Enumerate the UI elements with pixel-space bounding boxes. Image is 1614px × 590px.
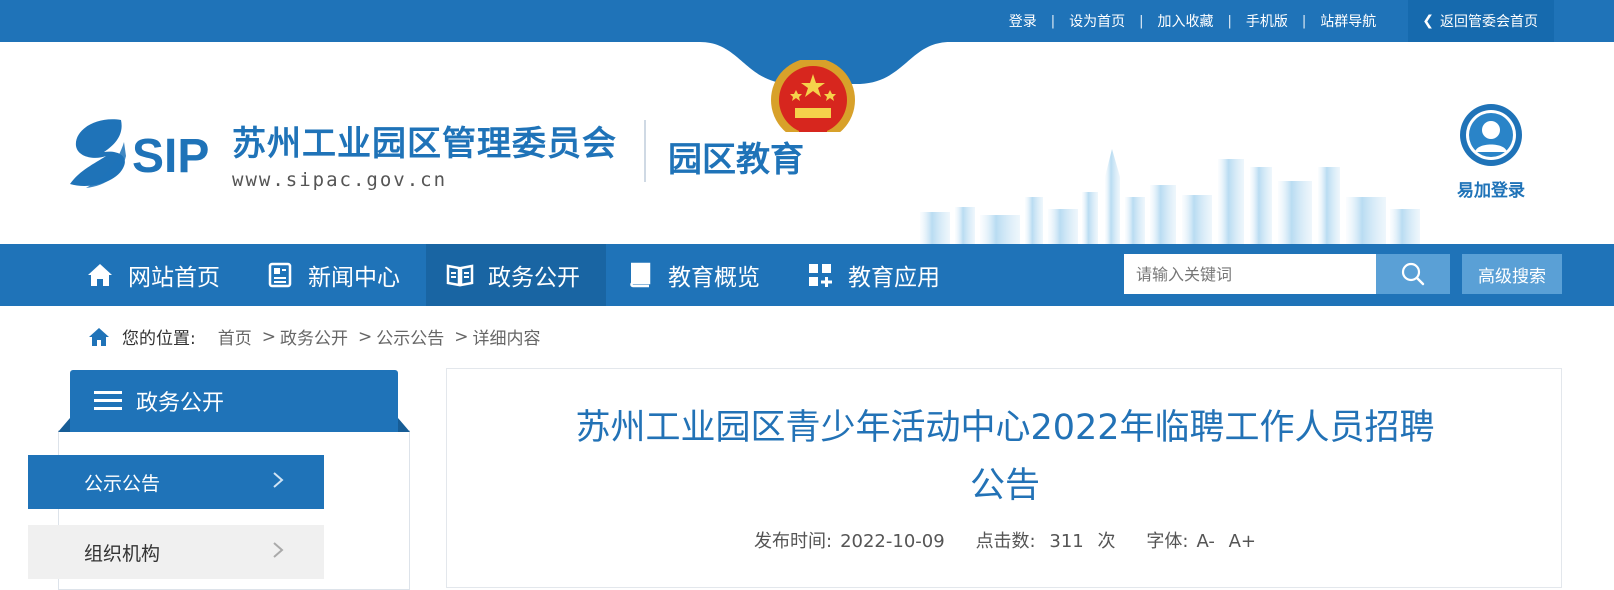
nav-item-government-affairs[interactable]: 政务公开 xyxy=(426,244,606,306)
book-open-icon xyxy=(446,261,474,289)
section-name: 园区教育 xyxy=(668,140,804,180)
breadcrumb-label: 您的位置: xyxy=(122,329,196,349)
chevron-right-icon xyxy=(272,541,284,564)
home-icon xyxy=(89,327,109,346)
apps-icon xyxy=(806,261,834,289)
separator: | xyxy=(1301,13,1307,29)
font-smaller-button[interactable]: A- xyxy=(1196,531,1214,552)
hits-unit: 次 xyxy=(1097,531,1116,552)
nav-item-education-apps[interactable]: 教育应用 xyxy=(786,244,966,306)
news-icon xyxy=(266,261,294,289)
publish-date: 2022-10-09 xyxy=(840,531,945,552)
search-bar xyxy=(1124,254,1450,294)
org-name: 苏州工业园区管理委员会 xyxy=(232,123,617,164)
sidebar-header-fold xyxy=(398,418,410,432)
search-icon xyxy=(1401,262,1425,286)
menu-icon xyxy=(94,391,122,410)
breadcrumb-item-home[interactable]: 首页 xyxy=(218,324,252,349)
publish-date-label: 发布时间: xyxy=(753,531,833,552)
nav-items: 网站首页 新闻中心 政务公开 教育概览 教育应用 xyxy=(66,244,966,306)
top-utility-bar: 登录 | 设为首页 | 加入收藏 | 手机版 | 站群导航 ❮ 返回管委会首页 xyxy=(0,0,1614,42)
mobile-version-link[interactable]: 手机版 xyxy=(1232,11,1302,31)
hits-count: 311 xyxy=(1049,531,1084,552)
search-input[interactable] xyxy=(1124,254,1376,294)
breadcrumb-item-government-affairs[interactable]: 政务公开 xyxy=(280,324,348,349)
article-meta: 发布时间: 2022-10-09 点击数: 311 次 字体: A- A+ xyxy=(447,527,1563,553)
yijia-login-label: 易加登录 xyxy=(1457,181,1525,201)
font-size-label: 字体: xyxy=(1146,531,1189,552)
back-to-committee-home-label: 返回管委会首页 xyxy=(1440,14,1538,30)
topbar-links: 登录 | 设为首页 | 加入收藏 | 手机版 | 站群导航 ❮ 返回管委会首页 xyxy=(995,0,1554,42)
breadcrumb: 您的位置: 首页 > 政务公开 > 公示公告 > 详细内容 xyxy=(88,324,540,349)
nav-item-label: 网站首页 xyxy=(128,265,220,291)
separator: | xyxy=(1139,13,1144,29)
home-icon xyxy=(86,261,114,289)
org-name-block: 苏州工业园区管理委员会 www.sipac.gov.cn xyxy=(232,116,617,191)
breadcrumb-separator: > xyxy=(357,326,373,347)
breadcrumb-separator: > xyxy=(454,326,469,347)
nav-item-label: 新闻中心 xyxy=(308,265,400,291)
sip-logo-icon: SIP xyxy=(70,119,209,188)
breadcrumb-item-announcements[interactable]: 公示公告 xyxy=(376,324,444,349)
sidebar-header-fold xyxy=(58,418,70,432)
sidebar-header: 政务公开 xyxy=(70,370,398,432)
separator: | xyxy=(1227,13,1232,29)
search-button[interactable] xyxy=(1376,254,1450,294)
nav-item-education-overview[interactable]: 教育概览 xyxy=(606,244,786,306)
city-skyline-image xyxy=(920,149,1420,244)
hits-label: 点击数: xyxy=(975,531,1036,552)
site-group-nav-link[interactable]: 站群导航 xyxy=(1306,11,1390,31)
sidebar-item-organization[interactable]: 组织机构 xyxy=(28,525,324,579)
header-divider xyxy=(644,120,646,182)
user-avatar-icon xyxy=(1460,104,1522,166)
nav-item-news[interactable]: 新闻中心 xyxy=(246,244,426,306)
yijia-login-button[interactable]: 易加登录 xyxy=(1446,102,1536,201)
nav-item-home[interactable]: 网站首页 xyxy=(66,244,246,306)
sip-logo-text: SIP xyxy=(132,130,209,183)
sidebar-item-label: 组织机构 xyxy=(84,542,161,565)
nav-item-label: 政务公开 xyxy=(488,265,580,291)
org-url: www.sipac.gov.cn xyxy=(232,168,448,191)
chevron-right-icon xyxy=(272,471,284,494)
separator: | xyxy=(1050,13,1056,29)
advanced-search-button[interactable]: 高级搜索 xyxy=(1462,254,1562,294)
add-favorite-link[interactable]: 加入收藏 xyxy=(1143,11,1227,31)
site-header: SIP 苏州工业园区管理委员会 www.sipac.gov.cn 园区教育 易加… xyxy=(0,42,1614,244)
book-icon xyxy=(626,261,654,289)
org-logo[interactable]: SIP 苏州工业园区管理委员会 www.sipac.gov.cn xyxy=(66,112,617,194)
article-title-line: 公告 xyxy=(969,466,1040,506)
back-to-committee-home-button[interactable]: ❮ 返回管委会首页 xyxy=(1408,0,1554,42)
main-nav: 网站首页 新闻中心 政务公开 教育概览 教育应用 请输入关键词 高级搜索 xyxy=(0,244,1614,306)
article-panel: 苏州工业园区青少年活动中心2022年临聘工作人员招聘 公告 发布时间: 2022-… xyxy=(446,368,1562,588)
nav-item-label: 教育应用 xyxy=(848,265,940,291)
national-emblem-icon xyxy=(771,60,855,132)
article-title: 苏州工业园区青少年活动中心2022年临聘工作人员招聘 公告 xyxy=(527,399,1483,515)
login-link[interactable]: 登录 xyxy=(995,11,1051,31)
sidebar-item-label: 公示公告 xyxy=(84,472,161,495)
sidebar-item-announcements[interactable]: 公示公告 xyxy=(28,455,324,509)
sidebar-title: 政务公开 xyxy=(136,391,225,416)
article-title-line: 苏州工业园区青少年活动中心2022年临聘工作人员招聘 xyxy=(575,408,1435,448)
breadcrumb-item-details: 详细内容 xyxy=(472,329,541,349)
font-larger-button[interactable]: A+ xyxy=(1229,531,1256,552)
set-homepage-link[interactable]: 设为首页 xyxy=(1055,11,1139,31)
nav-item-label: 教育概览 xyxy=(668,265,760,291)
breadcrumb-separator: > xyxy=(261,326,276,347)
chevron-left-icon: ❮ xyxy=(1422,13,1434,29)
